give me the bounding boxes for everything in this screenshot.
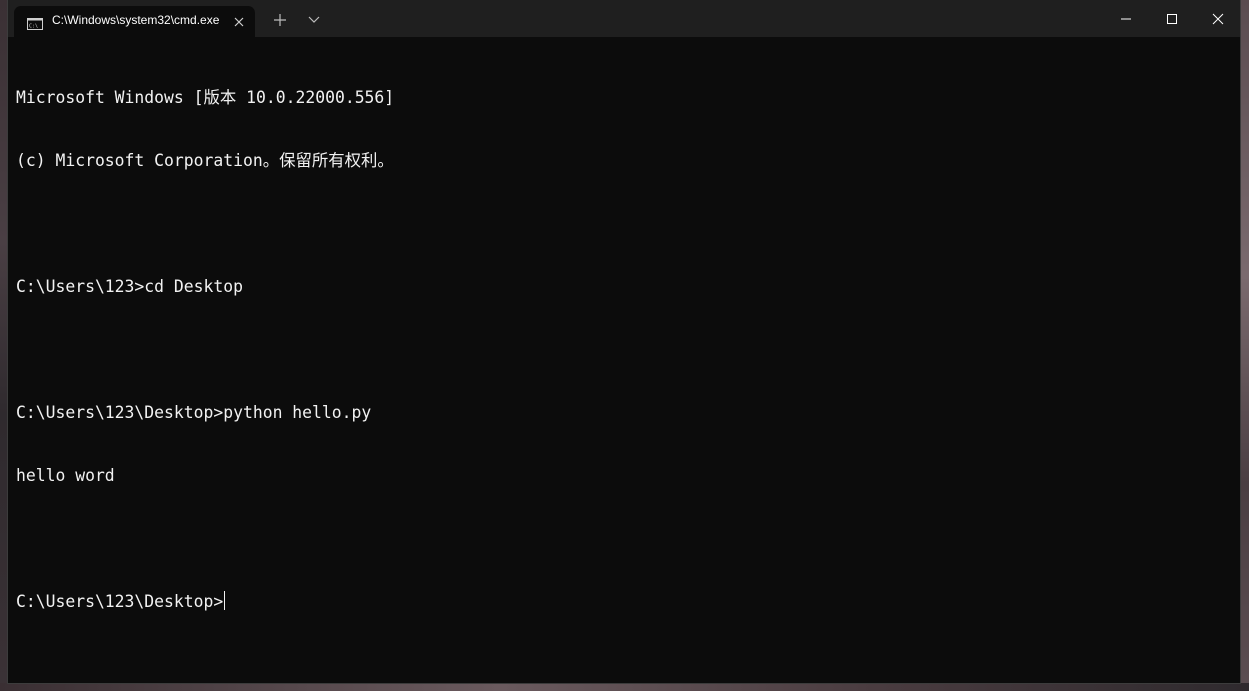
- console-line: Microsoft Windows [版本 10.0.22000.556]: [16, 88, 395, 107]
- console-line: C:\Users\123>cd Desktop: [16, 277, 243, 296]
- console-line: C:\Users\123\Desktop>python hello.py: [16, 403, 372, 422]
- terminal-window: C:\ C:\Windows\system32\cmd.exe Microsof…: [8, 0, 1240, 683]
- console-line: hello word: [16, 466, 115, 485]
- close-icon: [1212, 13, 1224, 25]
- prompt-line[interactable]: C:\Users\123\Desktop>: [16, 591, 1226, 612]
- maximize-icon: [1167, 14, 1177, 24]
- new-tab-button[interactable]: [266, 6, 294, 34]
- close-button[interactable]: [1195, 0, 1241, 37]
- maximize-button[interactable]: [1149, 0, 1195, 37]
- console-line: (c) Microsoft Corporation。保留所有权利。: [16, 151, 394, 170]
- text-cursor: [224, 591, 226, 610]
- cmd-icon: C:\: [27, 15, 43, 30]
- console-output[interactable]: Microsoft Windows [版本 10.0.22000.556] (c…: [16, 45, 1226, 675]
- title-bar[interactable]: C:\ C:\Windows\system32\cmd.exe: [8, 0, 1240, 37]
- desktop-background-right: [1240, 0, 1249, 691]
- chevron-down-icon: [308, 16, 320, 23]
- tab-close-icon[interactable]: [232, 14, 246, 28]
- prompt-text: C:\Users\123\Desktop>: [16, 592, 224, 611]
- desktop-background-bottom: [0, 683, 1249, 691]
- tab-dropdown-button[interactable]: [300, 6, 328, 34]
- desktop-background-left: [0, 0, 8, 691]
- plus-icon: [274, 14, 286, 26]
- tab-cmd[interactable]: C:\ C:\Windows\system32\cmd.exe: [14, 6, 255, 37]
- svg-text:C:\: C:\: [29, 24, 38, 30]
- minimize-icon: [1121, 18, 1131, 20]
- minimize-button[interactable]: [1103, 0, 1149, 37]
- tab-title: C:\Windows\system32\cmd.exe: [52, 13, 220, 27]
